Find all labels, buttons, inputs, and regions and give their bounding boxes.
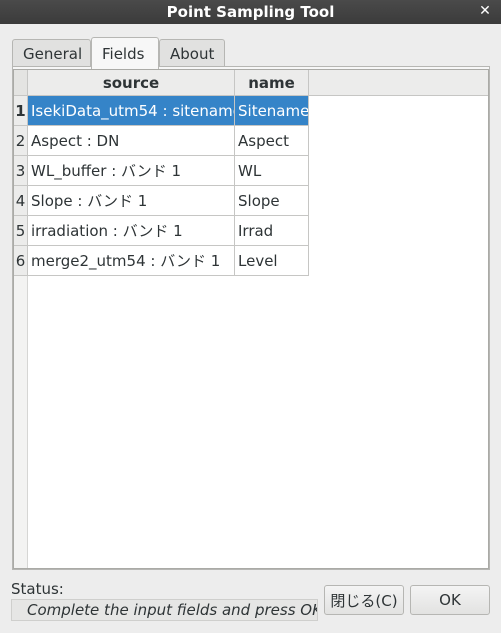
table-cell-name[interactable]: Level	[235, 246, 309, 276]
row-header[interactable]: 2	[14, 126, 28, 156]
table-cell-name[interactable]: Slope	[235, 186, 309, 216]
fields-panel: source name 1 IsekiData_utm54 : sitename…	[12, 66, 490, 570]
status-message: Complete the input fields and press OK.	[11, 599, 318, 621]
table-cell-name[interactable]: Aspect	[235, 126, 309, 156]
row-header[interactable]: 1	[14, 96, 28, 126]
ok-button[interactable]: OK	[410, 585, 490, 615]
table-cell-source[interactable]: WL_buffer : バンド 1	[28, 156, 235, 186]
row-header[interactable]: 6	[14, 246, 28, 276]
tab-fields[interactable]: Fields	[91, 37, 159, 69]
table-cell-source[interactable]: IsekiData_utm54 : sitename	[28, 96, 235, 126]
status-label: Status:	[11, 580, 64, 598]
tab-general-label: General	[23, 45, 83, 63]
row-header-filler	[14, 276, 28, 568]
close-button[interactable]: 閉じる(C)	[324, 585, 404, 615]
close-button-label: 閉じる(C)	[330, 591, 398, 610]
table-cell-name[interactable]: WL	[235, 156, 309, 186]
column-header-source[interactable]: source	[28, 70, 235, 96]
tab-fields-label: Fields	[102, 44, 145, 63]
close-icon[interactable]: ✕	[477, 3, 493, 19]
tab-general[interactable]: General	[12, 39, 91, 68]
table-corner[interactable]	[14, 70, 28, 96]
table-cell-source[interactable]: merge2_utm54 : バンド 1	[28, 246, 235, 276]
table-cell-source[interactable]: Slope : バンド 1	[28, 186, 235, 216]
window-title: Point Sampling Tool	[166, 3, 335, 21]
row-header[interactable]: 4	[14, 186, 28, 216]
tab-about-label: About	[170, 45, 215, 63]
column-header-name[interactable]: name	[235, 70, 309, 96]
table-cell-name[interactable]: Irrad	[235, 216, 309, 246]
row-header[interactable]: 5	[14, 216, 28, 246]
fields-table[interactable]: source name 1 IsekiData_utm54 : sitename…	[13, 69, 489, 569]
table-cell-source[interactable]: irradiation : バンド 1	[28, 216, 235, 246]
table-cell-source[interactable]: Aspect : DN	[28, 126, 235, 156]
window-titlebar[interactable]: Point Sampling Tool ✕	[0, 0, 501, 24]
row-header[interactable]: 3	[14, 156, 28, 186]
tab-about[interactable]: About	[159, 39, 225, 68]
ok-button-label: OK	[439, 591, 461, 609]
header-filler	[309, 70, 488, 96]
table-cell-name[interactable]: Sitename	[235, 96, 309, 126]
